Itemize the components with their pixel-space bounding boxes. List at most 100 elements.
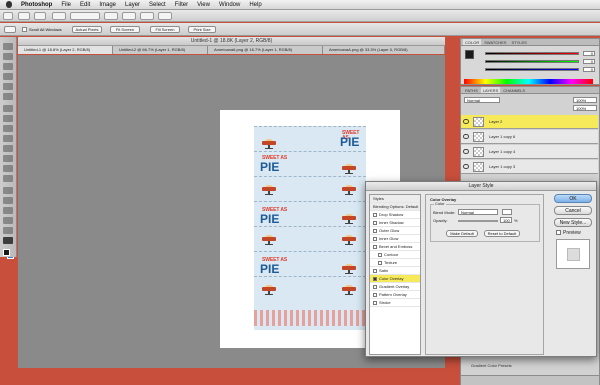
inner-glow-item[interactable]: Inner Glow	[370, 235, 420, 243]
zoom-level-select[interactable]	[70, 12, 100, 20]
preview-checkbox[interactable]	[556, 230, 561, 235]
3d-tool-icon[interactable]	[3, 227, 13, 234]
tab-swatches[interactable]: SWATCHES	[482, 39, 508, 45]
red-slider[interactable]	[485, 52, 579, 55]
path-select-tool-icon[interactable]	[3, 207, 13, 214]
arrange-documents-button[interactable]	[140, 12, 154, 20]
zoom-tool-icon[interactable]	[3, 237, 13, 244]
tab-color[interactable]: COLOR	[463, 39, 482, 45]
tab-layers[interactable]: LAYERS	[480, 87, 501, 93]
print-size-button[interactable]: Print Size	[188, 26, 216, 33]
type-tool-icon[interactable]	[3, 197, 13, 204]
pattern-overlay-item[interactable]: Pattern Overlay	[370, 291, 420, 299]
hand-tool-icon[interactable]	[4, 26, 16, 33]
layer-row[interactable]: Layer 1 copy 4	[461, 145, 598, 159]
checkbox[interactable]	[373, 268, 377, 273]
checkbox[interactable]	[373, 244, 377, 249]
actual-pixels-button[interactable]: Actual Pixels	[72, 26, 102, 33]
green-slider[interactable]	[485, 60, 579, 63]
healing-brush-tool-icon[interactable]	[3, 105, 13, 112]
tab-channels[interactable]: CHANNELS	[501, 87, 527, 93]
eye-icon[interactable]	[463, 149, 469, 154]
contour-item[interactable]: Contour	[370, 251, 420, 259]
layer-opacity-field[interactable]: 100%	[573, 97, 597, 103]
checkbox-checked[interactable]	[373, 276, 377, 281]
hand-tool-button[interactable]	[104, 12, 118, 20]
blending-options-item[interactable]: Blending Options: Default	[370, 203, 420, 211]
move-tool-icon[interactable]	[3, 43, 13, 50]
doc-tab[interactable]: Americana6.png @ 16.7% (Layer 1, RGB/8)	[208, 46, 323, 54]
eye-icon[interactable]	[463, 134, 469, 139]
checkbox[interactable]	[373, 300, 377, 305]
satin-item[interactable]: Satin	[370, 267, 420, 275]
layer-blend-mode-select[interactable]: Normal	[464, 97, 500, 103]
eyedropper-tool-icon[interactable]	[3, 93, 13, 100]
checkbox[interactable]	[378, 260, 382, 265]
menu-layer[interactable]: Layer	[125, 2, 140, 8]
shape-tool-icon[interactable]	[3, 217, 13, 224]
eye-icon[interactable]	[463, 164, 469, 169]
new-style-button[interactable]: New Style...	[554, 218, 592, 227]
layer-fill-field[interactable]: 100%	[573, 105, 597, 111]
layer-row[interactable]: Layer 1 copy 6	[461, 130, 598, 144]
layer-row[interactable]: Layer 1 copy 3	[461, 160, 598, 174]
checkbox[interactable]	[373, 212, 377, 217]
make-default-button[interactable]: Make Default	[446, 230, 478, 237]
tab-paths[interactable]: PATHS	[463, 87, 480, 93]
lasso-tool-icon[interactable]	[3, 63, 13, 70]
blend-mode-select[interactable]: Normal	[458, 209, 498, 215]
history-brush-tool-icon[interactable]	[3, 135, 13, 142]
gradient-tool-icon[interactable]	[3, 155, 13, 162]
drop-shadow-item[interactable]: Drop Shadow	[370, 211, 420, 219]
dodge-tool-icon[interactable]	[3, 175, 13, 182]
clone-stamp-tool-icon[interactable]	[3, 125, 13, 132]
opacity-slider[interactable]	[458, 220, 498, 222]
menu-app-name[interactable]: Photoshop	[21, 2, 52, 8]
stroke-item[interactable]: Stroke	[370, 299, 420, 307]
foreground-color-swatch[interactable]	[3, 249, 10, 256]
brush-tool-icon[interactable]	[3, 115, 13, 122]
marquee-tool-icon[interactable]	[3, 53, 13, 60]
mini-bridge-button[interactable]	[34, 12, 46, 20]
doc-tab[interactable]: Untitled-2 @ 66.7% (Layer 1, RGB/8)	[113, 46, 208, 54]
tab-styles[interactable]: STYLES	[509, 39, 528, 45]
menu-window[interactable]: Window	[219, 2, 240, 8]
checkbox[interactable]	[373, 228, 377, 233]
green-value[interactable]: 0	[583, 59, 595, 64]
opacity-field[interactable]: 100	[500, 217, 512, 223]
doc-tab[interactable]: AmericanaA.png @ 33.3% (Layer 0, RGB/8)	[323, 46, 445, 54]
eye-icon[interactable]	[463, 119, 469, 124]
menu-edit[interactable]: Edit	[80, 2, 90, 8]
checkbox[interactable]	[373, 284, 377, 289]
color-spectrum-bar[interactable]	[464, 79, 593, 84]
pen-tool-icon[interactable]	[3, 187, 13, 194]
layer-row[interactable]: Layer 2	[461, 115, 598, 129]
outer-glow-item[interactable]: Outer Glow	[370, 227, 420, 235]
menu-select[interactable]: Select	[149, 2, 166, 8]
inner-shadow-item[interactable]: Inner Shadow	[370, 219, 420, 227]
bridge-button[interactable]	[18, 12, 30, 20]
foreground-swatch[interactable]	[465, 50, 474, 59]
checkbox[interactable]	[373, 236, 377, 241]
zoom-tool-button[interactable]	[122, 12, 136, 20]
blur-tool-icon[interactable]	[3, 165, 13, 172]
ok-button[interactable]: OK	[554, 194, 592, 203]
doc-tab[interactable]: Untitled-1 @ 18.8% (Layer 2, RGB/8)	[18, 46, 113, 54]
styles-item[interactable]: Styles	[370, 195, 420, 203]
blue-value[interactable]: 0	[583, 67, 595, 72]
reset-to-default-button[interactable]: Reset to Default	[484, 230, 520, 237]
screen-mode-button[interactable]	[158, 12, 172, 20]
eraser-tool-icon[interactable]	[3, 145, 13, 152]
blue-slider[interactable]	[485, 68, 579, 71]
quick-select-tool-icon[interactable]	[3, 73, 13, 80]
view-extras-button[interactable]	[52, 12, 66, 20]
gradient-overlay-item[interactable]: Gradient Overlay	[370, 283, 420, 291]
fill-screen-button[interactable]: Fill Screen	[150, 26, 180, 33]
fit-screen-button[interactable]: Fit Screen	[110, 26, 140, 33]
crop-tool-icon[interactable]	[3, 83, 13, 90]
red-value[interactable]: 0	[583, 51, 595, 56]
scroll-all-checkbox[interactable]	[22, 27, 27, 32]
checkbox[interactable]	[373, 220, 377, 225]
bevel-emboss-item[interactable]: Bevel and Emboss	[370, 243, 420, 251]
menu-filter[interactable]: Filter	[175, 2, 188, 8]
